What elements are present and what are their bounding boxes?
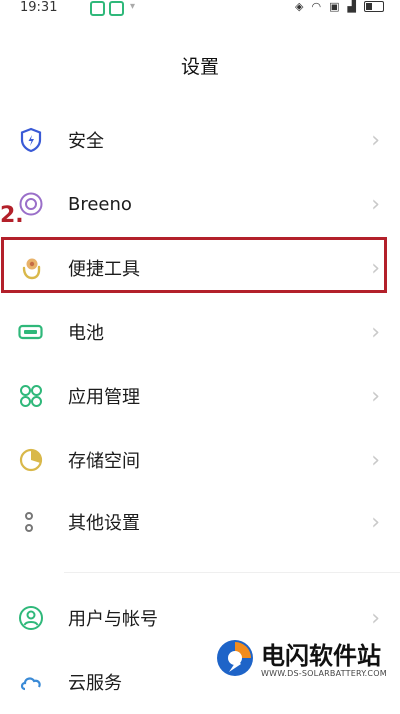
page-title: 设置 <box>180 56 219 78</box>
signal-icon: ▾ <box>130 1 136 12</box>
watermark-logo-icon <box>217 640 253 676</box>
watermark-url: WWW.DS-SOLARBATTERY.COM <box>261 669 387 678</box>
status-bar: 19:31 ▾ ◈ ◠ ▣ ▟ <box>0 0 400 20</box>
settings-item-label: 存储空间 <box>68 451 140 472</box>
settings-item-label: 用户与帐号 <box>68 609 158 630</box>
settings-item-label: 安全 <box>68 131 104 152</box>
notification-icons: ▾ <box>90 1 135 16</box>
watermark: 电闪软件站 WWW.DS-SOLARBATTERY.COM <box>205 630 400 687</box>
user-icon <box>19 606 43 630</box>
battery-icon <box>18 324 43 340</box>
settings-item-breeno[interactable]: Breeno › <box>0 172 400 236</box>
settings-item-label: 应用管理 <box>68 387 140 408</box>
chevron-right-icon: › <box>371 191 380 217</box>
chevron-right-icon: › <box>371 127 380 153</box>
settings-item-battery[interactable]: 电池 › <box>0 300 400 364</box>
section-divider <box>64 572 400 573</box>
settings-item-other-settings[interactable]: 其他设置 › <box>0 490 400 554</box>
watermark-title: 电闪软件站 <box>261 642 381 670</box>
status-right-icons: ◈ ◠ ▣ ▟ <box>295 0 384 13</box>
settings-item-storage[interactable]: 存储空间 › <box>0 428 400 492</box>
notification-icon <box>90 1 105 16</box>
chevron-right-icon: › <box>371 447 380 473</box>
sim-icon: ▣ <box>329 0 340 13</box>
apps-icon <box>20 385 42 407</box>
notification-icon <box>109 1 124 16</box>
settings-item-security[interactable]: 安全 › <box>0 108 400 172</box>
shield-icon <box>20 127 42 153</box>
chevron-right-icon: › <box>371 319 380 345</box>
cloud-icon <box>20 677 41 691</box>
highlight-box <box>1 237 387 293</box>
chevron-right-icon: › <box>371 383 380 409</box>
settings-item-label: 电池 <box>68 323 104 344</box>
wifi-icon: ◠ <box>311 0 322 13</box>
battery-status-icon <box>364 1 384 12</box>
chevron-right-icon: › <box>371 605 380 631</box>
settings-item-label: 云服务 <box>68 673 122 694</box>
settings-item-label: Breeno <box>68 193 132 215</box>
status-time: 19:31 <box>20 0 58 15</box>
storage-icon <box>19 448 43 472</box>
other-settings-icon <box>25 512 33 532</box>
chevron-right-icon: › <box>371 509 380 535</box>
vibrate-icon: ◈ <box>295 0 304 13</box>
settings-item-label: 其他设置 <box>68 513 140 534</box>
settings-item-app-management[interactable]: 应用管理 › <box>0 364 400 428</box>
step-annotation-label: 2. <box>0 203 24 228</box>
cellular-icon: ▟ <box>347 0 356 13</box>
